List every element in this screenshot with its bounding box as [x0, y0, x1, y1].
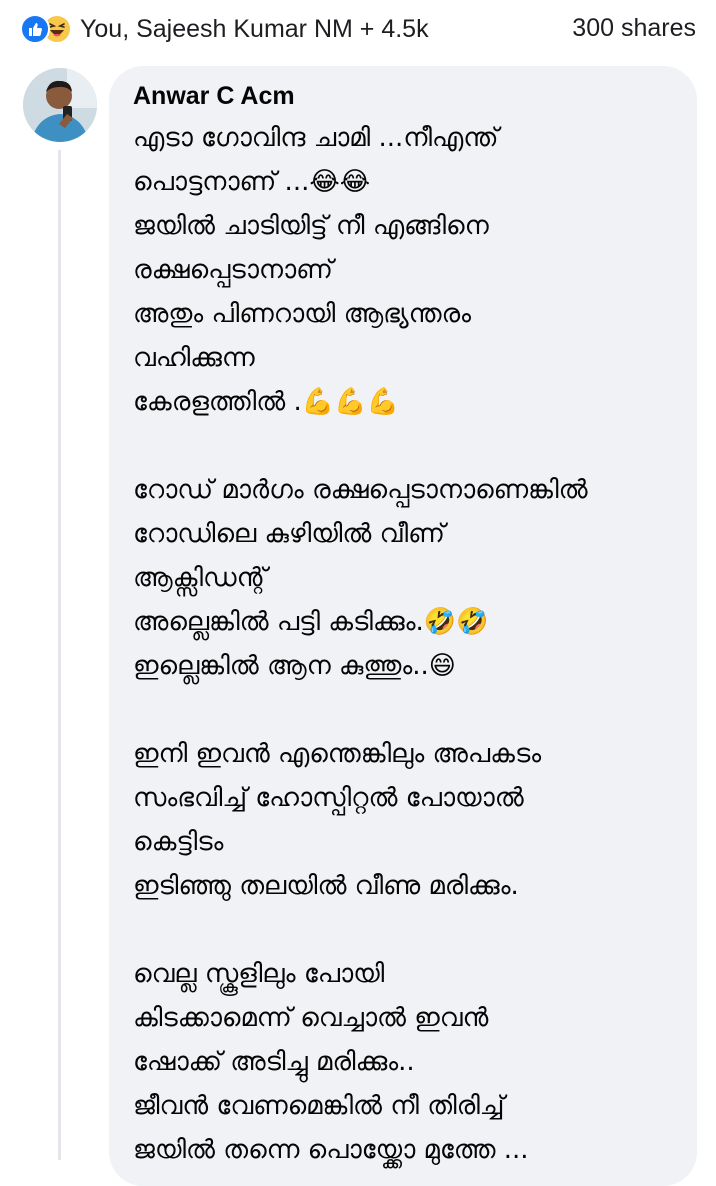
- comment-line: രക്ഷപ്പെടാനാണ്: [133, 255, 333, 285]
- comment-line: വെല്ല സ്കൂളിലും പോയി: [133, 959, 385, 989]
- comment-line: പൊട്ടനാണ് ...😂😂: [133, 167, 371, 197]
- reply-thread-line: [58, 150, 61, 1160]
- avatar[interactable]: [23, 68, 97, 142]
- comment-line: സംഭവിച്ച് ഹോസ്പിറ്റൽ പോയാൽ: [133, 783, 524, 813]
- reactions-bar: You, Sajeesh Kumar NM + 4.5k 300 shares: [0, 0, 716, 58]
- comment-line: ഇല്ലെങ്കിൽ ആന കുത്തും..😄: [133, 651, 456, 681]
- comment-line: ജയിൽ ചാടിയിട്ട് നീ എങ്ങിനെ: [133, 211, 489, 241]
- comment-line: ഷോക്ക് അടിച്ചു മരിക്കും..: [133, 1047, 415, 1077]
- reaction-summary-group[interactable]: You, Sajeesh Kumar NM + 4.5k: [20, 12, 429, 46]
- comment-line: ഇടിഞ്ഞു തലയിൽ വീണു മരിക്കും.: [133, 871, 519, 901]
- comment-paragraph: വെല്ല സ്കൂളിലും പോയി കിടക്കാമെന്ന് വെച്ച…: [133, 952, 677, 1172]
- comment-line: കേരളത്തിൽ .💪💪💪: [133, 387, 399, 417]
- comment-author[interactable]: Anwar C Acm: [133, 80, 677, 112]
- comment-line: ഇനി ഇവൻ എന്തെങ്കിലും അപകടം: [133, 739, 542, 769]
- comment-line: കെട്ടിടം: [133, 827, 224, 857]
- reaction-summary-text[interactable]: You, Sajeesh Kumar NM + 4.5k: [80, 15, 429, 44]
- comment-paragraph: ഇനി ഇവൻ എന്തെങ്കിലും അപകടം സംഭവിച്ച് ഹോസ…: [133, 732, 677, 908]
- comment-line: ജയിൽ തന്നെ പൊയ്ക്കോ മുത്തേ ...: [133, 1135, 529, 1165]
- like-icon: [20, 14, 50, 44]
- comment-line: റോഡ് മാർഗം രക്ഷപ്പെടാനാണെങ്കിൽ: [133, 475, 588, 505]
- comment-paragraph: എടാ ഗോവിന്ദ ചാമി ...നീഎന്ത് പൊട്ടനാണ് ..…: [133, 116, 677, 424]
- shares-count[interactable]: 300 shares: [572, 14, 696, 43]
- comment-line: റോഡിലെ കുഴിയിൽ വീണ്: [133, 519, 445, 549]
- comment-line: ജീവൻ വേണമെങ്കിൽ നീ തിരിച്ച്: [133, 1091, 505, 1121]
- comment-bubble: Anwar C Acm എടാ ഗോവിന്ദ ചാമി ...നീഎന്ത് …: [109, 66, 697, 1186]
- comment-paragraph: റോഡ് മാർഗം രക്ഷപ്പെടാനാണെങ്കിൽ റോഡിലെ കു…: [133, 468, 677, 688]
- comment-line: അതും പിണറായി ആഭ്യന്തരം: [133, 299, 472, 329]
- comment-line: ആക്സിഡന്റ്: [133, 563, 268, 593]
- comment-line: അല്ലെങ്കിൽ പട്ടി കടിക്കും.🤣🤣: [133, 607, 489, 637]
- comment-line: വഹിക്കുന്ന: [133, 343, 255, 373]
- comment-line: എടാ ഗോവിന്ദ ചാമി ...നീഎന്ത്: [133, 123, 499, 153]
- comment-line: കിടക്കാമെന്ന് വെച്ചാൽ ഇവൻ: [133, 1003, 489, 1033]
